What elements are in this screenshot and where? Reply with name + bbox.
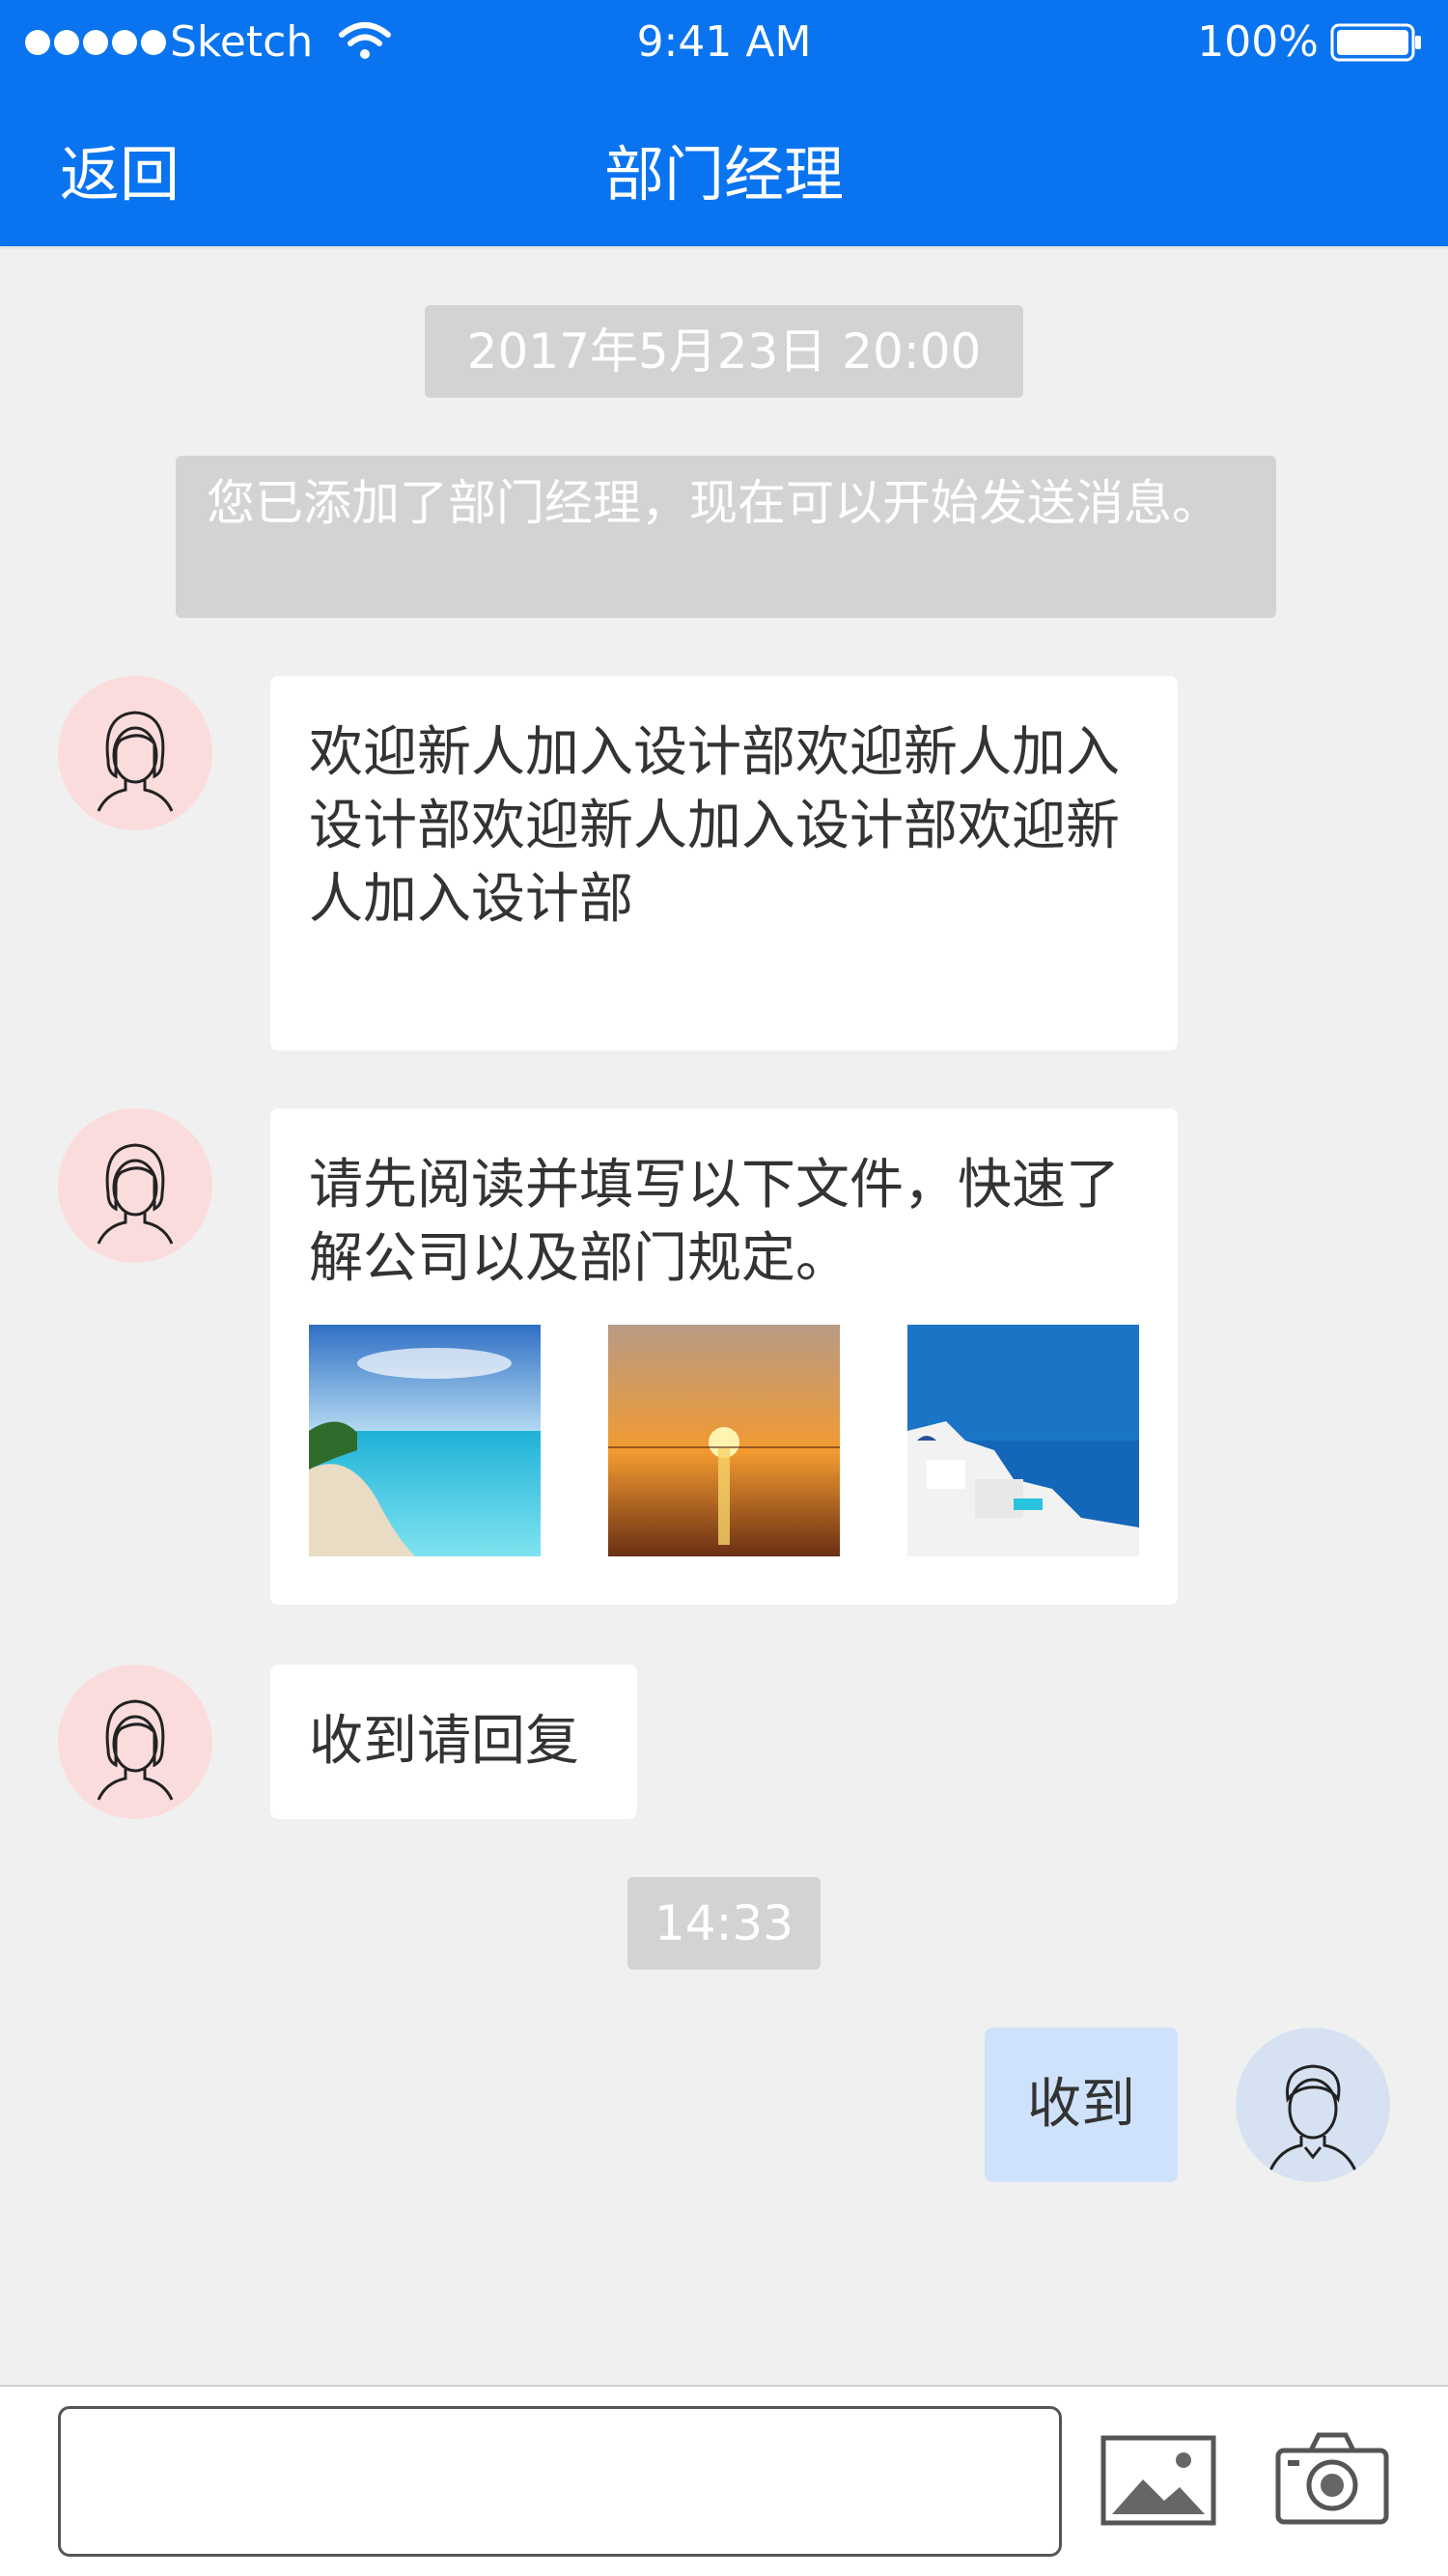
page-title: 部门经理 <box>603 139 844 210</box>
beach-photo[interactable] <box>309 1325 541 1556</box>
female-avatar-icon[interactable] <box>58 1108 212 1263</box>
message-bubble[interactable]: 收到请回复 <box>270 1665 637 1819</box>
male-avatar-icon[interactable] <box>1236 2028 1390 2182</box>
sunset-photo[interactable] <box>608 1325 840 1556</box>
timestamp-pill: 14:33 <box>627 1877 821 1970</box>
input-bar <box>0 2385 1448 2576</box>
message-text: 请先阅读并填写以下文件，快速了解公司以及部门规定。 <box>309 1154 1120 1290</box>
battery-percent: 100% <box>1197 17 1319 67</box>
message-input[interactable] <box>58 2406 1062 2557</box>
my-message-bubble[interactable]: 收到 <box>985 2028 1178 2182</box>
timestamp-pill: 2017年5月23日 20:00 <box>425 305 1023 398</box>
message-bubble-with-images[interactable]: 请先阅读并填写以下文件，快速了解公司以及部门规定。 <box>270 1108 1178 1605</box>
image-thumbnails <box>309 1325 1139 1556</box>
system-notice: 您已添加了部门经理，现在可以开始发送消息。 <box>176 456 1276 618</box>
message-bubble[interactable]: 欢迎新人加入设计部欢迎新人加入设计部欢迎新人加入设计部欢迎新人加入设计部 <box>270 676 1178 1050</box>
top-bar: Sketch 9:41 AM 100% 返回 部门经理 <box>0 0 1448 246</box>
camera-icon[interactable] <box>1274 2429 1390 2526</box>
female-avatar-icon[interactable] <box>58 1665 212 1819</box>
status-bar: Sketch 9:41 AM 100% <box>0 0 1448 83</box>
female-avatar-icon[interactable] <box>58 676 212 830</box>
battery-icon <box>1330 23 1423 62</box>
image-icon[interactable] <box>1100 2435 1216 2526</box>
santorini-photo[interactable] <box>907 1325 1139 1556</box>
